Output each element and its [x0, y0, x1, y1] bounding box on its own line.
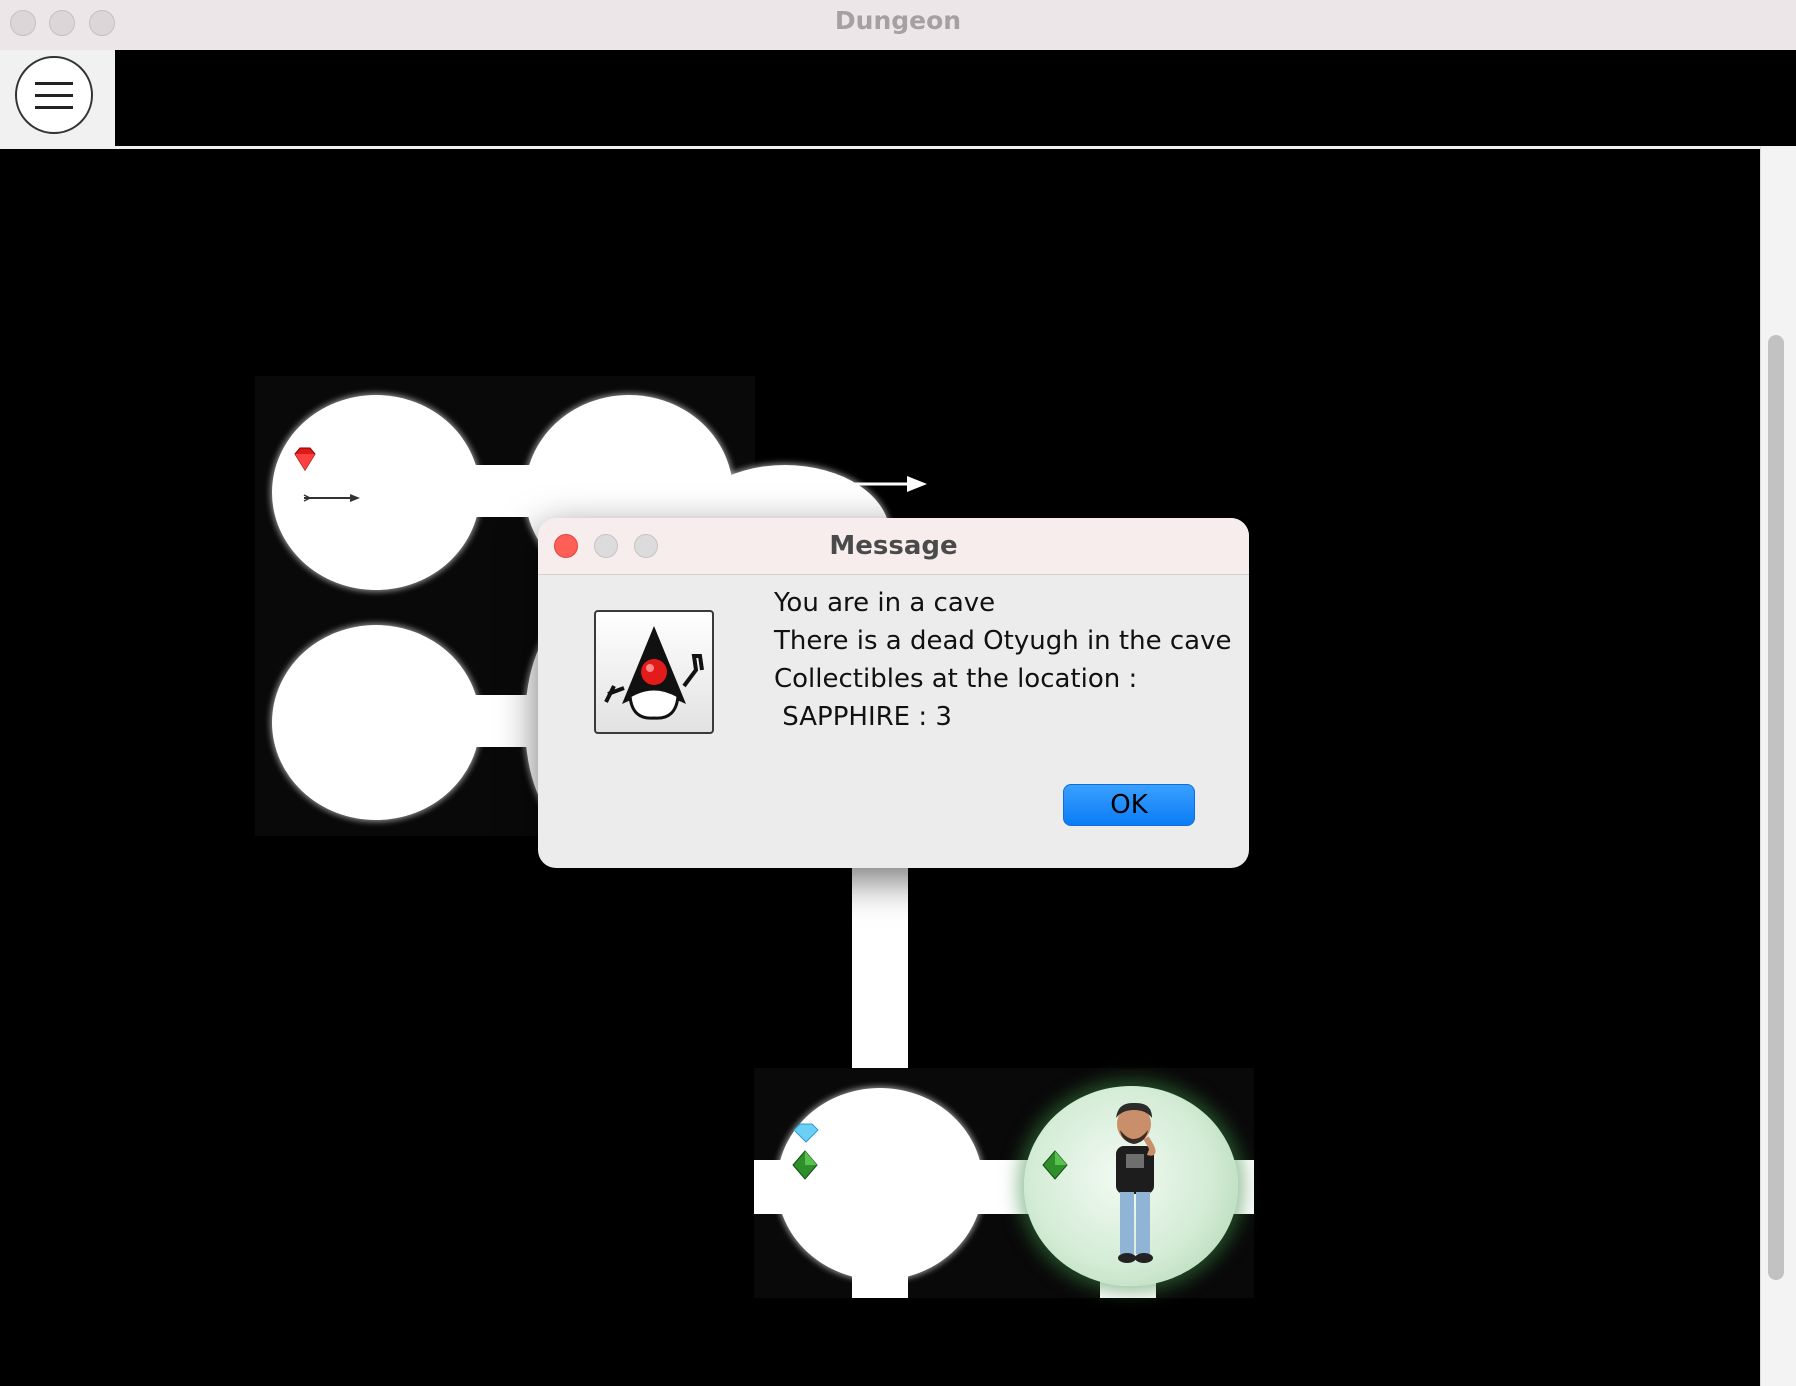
dialog-title: Message	[829, 531, 958, 561]
java-duke-icon	[594, 610, 714, 734]
window-title: Dungeon	[834, 6, 962, 35]
map-cave	[272, 625, 480, 820]
ok-button[interactable]: OK	[1063, 784, 1195, 826]
arrow-icon	[808, 475, 927, 493]
map-cave	[777, 1088, 983, 1280]
hamburger-menu-button[interactable]	[15, 56, 93, 134]
player-avatar-icon	[1116, 1102, 1156, 1263]
toolbar-divider	[0, 146, 1760, 149]
emerald-icon	[792, 1150, 818, 1180]
dialog-message-line: You are in a cave	[774, 588, 996, 618]
toolbar	[0, 50, 1796, 146]
message-dialog: Message You are in a cave There is a dea…	[538, 518, 1249, 868]
dialog-message-line: SAPPHIRE : 3	[774, 702, 952, 732]
hamburger-menu-icon	[35, 82, 73, 85]
arrow-icon	[303, 494, 360, 502]
dialog-message-line: There is a dead Otyugh in the cave	[774, 626, 1232, 656]
emerald-icon	[1042, 1150, 1068, 1180]
dialog-titlebar: Message	[538, 518, 1249, 575]
diamond-icon	[793, 1123, 819, 1143]
dialog-message-line: Collectibles at the location :	[774, 664, 1138, 694]
scrollbar-thumb[interactable]	[1768, 335, 1784, 1280]
ruby-icon	[294, 447, 316, 471]
window-titlebar: Dungeon	[0, 0, 1796, 51]
